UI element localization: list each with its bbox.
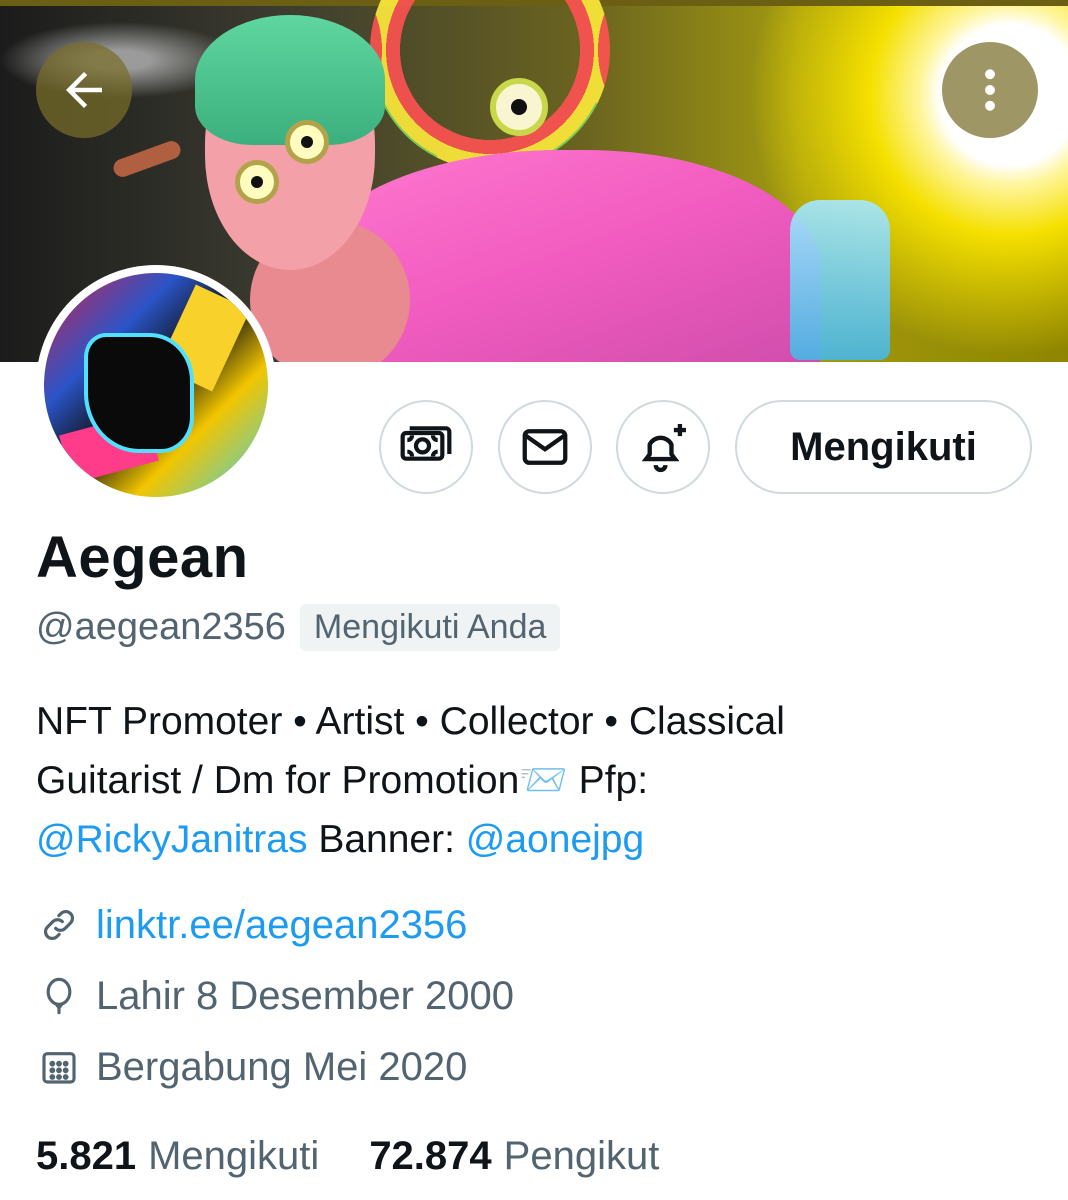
banner-cigar [111, 138, 183, 180]
profile-website-link[interactable]: linktr.ee/aegean2356 [96, 903, 467, 948]
profile-bio: NFT Promoter • Artist • Collector • Clas… [36, 692, 1036, 869]
following-button[interactable]: Mengikuti [735, 400, 1032, 494]
balloon-icon [36, 973, 82, 1019]
followers-label: Pengikut [503, 1134, 660, 1178]
banner-rainbow [370, 0, 610, 170]
following-stat[interactable]: 5.821 Mengikuti [36, 1134, 319, 1179]
bio-line-1: NFT Promoter • Artist • Collector • Clas… [36, 700, 785, 743]
handle-row: @aegean2356 Mengikuti Anda [36, 604, 561, 651]
banner-eye-left [235, 160, 279, 204]
pfp-artist-mention[interactable]: @RickyJanitras [36, 818, 307, 861]
follows-you-badge: Mengikuti Anda [299, 604, 561, 651]
notifications-button[interactable] [616, 400, 710, 494]
banner-figure-hair [195, 15, 385, 145]
profile-birthday-row: Lahir 8 Desember 2000 [36, 973, 514, 1019]
banner-artist-mention[interactable]: @aonejpg [466, 818, 644, 861]
money-icon [400, 426, 452, 461]
avatar-image [44, 273, 268, 497]
profile-avatar[interactable] [36, 265, 276, 505]
following-label: Mengikuti [148, 1134, 320, 1178]
bio-line-3: @RickyJanitras Banner: @aonejpg [36, 810, 1036, 869]
banner-eye-right [285, 120, 329, 164]
back-arrow-icon [66, 72, 102, 108]
followers-stat[interactable]: 72.874 Pengikut [369, 1134, 659, 1179]
followers-count: 72.874 [369, 1134, 492, 1178]
follow-stats: 5.821 Mengikuti 72.874 Pengikut [36, 1134, 659, 1179]
more-options-button[interactable] [942, 42, 1038, 138]
banner-eyeball-creature [490, 78, 548, 136]
more-vertical-icon [985, 69, 995, 111]
calendar-icon [36, 1044, 82, 1090]
back-button[interactable] [36, 42, 132, 138]
banner-credit-label: Banner: [318, 818, 455, 861]
envelope-icon [522, 429, 568, 465]
bell-plus-icon [641, 424, 686, 473]
profile-birthday: Lahir 8 Desember 2000 [96, 973, 515, 1018]
link-icon [36, 902, 82, 948]
profile-joined-row: Bergabung Mei 2020 [36, 1044, 467, 1090]
profile-joined-date: Bergabung Mei 2020 [96, 1044, 468, 1089]
profile-website-row: linktr.ee/aegean2356 [36, 902, 467, 948]
bio-line-2: Guitarist / Dm for Promotion📨 Pfp: [36, 759, 649, 802]
user-handle: @aegean2356 [36, 606, 286, 648]
banner-bottle [790, 200, 890, 360]
display-name: Aegean [36, 525, 249, 590]
tip-button[interactable] [379, 400, 473, 494]
direct-message-button[interactable] [498, 400, 592, 494]
following-count: 5.821 [36, 1134, 137, 1178]
